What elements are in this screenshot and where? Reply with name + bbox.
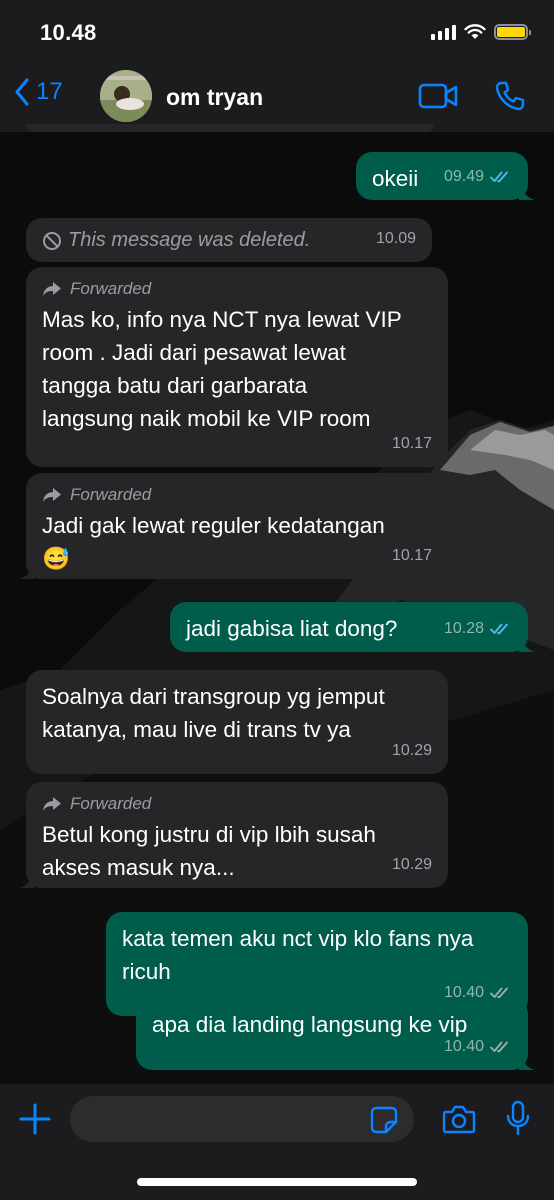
status-bar: 10.48 [0, 0, 554, 62]
message-bubble-incoming[interactable]: Soalnya dari transgroup yg jemput katany… [26, 670, 448, 774]
message-text: This message was deleted. [68, 229, 311, 251]
home-indicator[interactable] [137, 1178, 417, 1186]
unread-count: 17 [36, 78, 63, 105]
message-bubble-outgoing[interactable]: jadi gabisa liat dong? 10.28 [170, 602, 535, 652]
message-time: 10.29 [391, 742, 432, 759]
message-text: jadi gabisa liat dong? [186, 616, 398, 641]
message-meta: 10.09 [376, 222, 416, 255]
message-meta: 10.17 [392, 427, 432, 460]
deleted-message-bubble[interactable]: This message was deleted. 10.09 [26, 218, 432, 262]
microphone-icon [506, 1100, 530, 1136]
message-text: Soalnya dari transgroup yg jemput katany… [42, 684, 385, 742]
forwarded-label: Forwarded [42, 483, 432, 507]
message-bubble-outgoing[interactable]: okeii 09.49 [356, 152, 535, 200]
read-ticks-icon [490, 171, 508, 182]
bubble-tail [19, 872, 35, 888]
back-button[interactable]: 17 [14, 78, 63, 106]
message-bubble-incoming[interactable]: Forwarded Betul kong justru di vip lbih … [19, 782, 448, 888]
video-camera-icon [418, 83, 458, 109]
message-text: apa dia landing langsung ke vip [152, 1012, 468, 1037]
forwarded-text: Forwarded [70, 279, 152, 298]
camera-icon [442, 1105, 476, 1134]
message-input[interactable] [70, 1096, 414, 1142]
read-ticks-icon [490, 623, 508, 634]
avatar[interactable] [100, 70, 152, 122]
microphone-button[interactable] [506, 1100, 530, 1141]
message-text: okeii [372, 166, 419, 191]
forwarded-text: Forwarded [70, 485, 152, 504]
message-list[interactable]: okeii 09.49 This message was deleted. 10… [0, 124, 554, 1085]
forwarded-text: Forwarded [70, 794, 152, 813]
previous-message-edge [26, 124, 434, 132]
camera-button[interactable] [442, 1104, 476, 1139]
forward-arrow-icon [43, 282, 61, 296]
message-bubble-outgoing[interactable]: apa dia landing langsung ke vip 10.40 [136, 998, 535, 1070]
forwarded-label: Forwarded [42, 792, 432, 816]
forward-arrow-icon [43, 797, 61, 811]
bubble-tail [519, 1054, 535, 1070]
message-meta: 09.49 [444, 160, 512, 193]
forward-arrow-icon [43, 488, 61, 502]
chevron-left-icon [15, 78, 29, 106]
message-bubble-incoming[interactable]: Forwarded Jadi gak lewat reguler kedatan… [19, 473, 448, 579]
status-icons [431, 24, 531, 40]
message-meta: 10.29 [392, 848, 432, 881]
wifi-icon [464, 24, 486, 39]
bubble-tail [19, 563, 35, 579]
phone-icon [495, 81, 525, 111]
prohibited-icon [43, 231, 61, 250]
cellular-signal-icon [431, 24, 456, 40]
bubble-tail [519, 184, 535, 200]
video-call-button[interactable] [418, 82, 458, 115]
message-meta: 10.29 [392, 734, 432, 767]
message-meta: 10.17 [392, 539, 432, 572]
message-meta: 10.40 [444, 1030, 512, 1063]
battery-icon [494, 24, 531, 40]
battery-level [497, 27, 525, 37]
bubble-tail [519, 636, 535, 652]
forwarded-label: Forwarded [42, 277, 432, 301]
message-text: Mas ko, info nya NCT nya lewat VIP room … [42, 307, 402, 431]
voice-call-button[interactable] [494, 80, 526, 117]
plus-icon [19, 1103, 51, 1135]
message-time: 10.09 [375, 230, 416, 247]
attach-button[interactable] [18, 1102, 52, 1141]
message-meta: 10.28 [444, 612, 512, 645]
sticker-icon [370, 1106, 398, 1134]
message-text: Betul kong justru di vip lbih susah akse… [42, 822, 376, 880]
message-time: 10.17 [391, 435, 432, 452]
message-bubble-incoming[interactable]: Forwarded Mas ko, info nya NCT nya lewat… [26, 267, 448, 467]
message-time: 09.49 [443, 168, 484, 185]
delivered-ticks-icon [490, 1041, 508, 1052]
message-text: kata temen aku nct vip klo fans nya ricu… [122, 926, 474, 984]
message-time: 10.28 [443, 620, 484, 637]
sticker-button[interactable] [370, 1106, 398, 1139]
message-time: 10.29 [391, 856, 432, 873]
message-time: 10.40 [443, 1038, 484, 1055]
chat-header: 17 om tryan [0, 62, 554, 132]
status-time: 10.48 [40, 20, 97, 45]
message-time: 10.17 [391, 547, 432, 564]
deleted-message: This message was deleted. [42, 224, 416, 257]
message-text: Jadi gak lewat reguler kedatangan 😅 [42, 513, 385, 571]
contact-name[interactable]: om tryan [166, 84, 263, 111]
